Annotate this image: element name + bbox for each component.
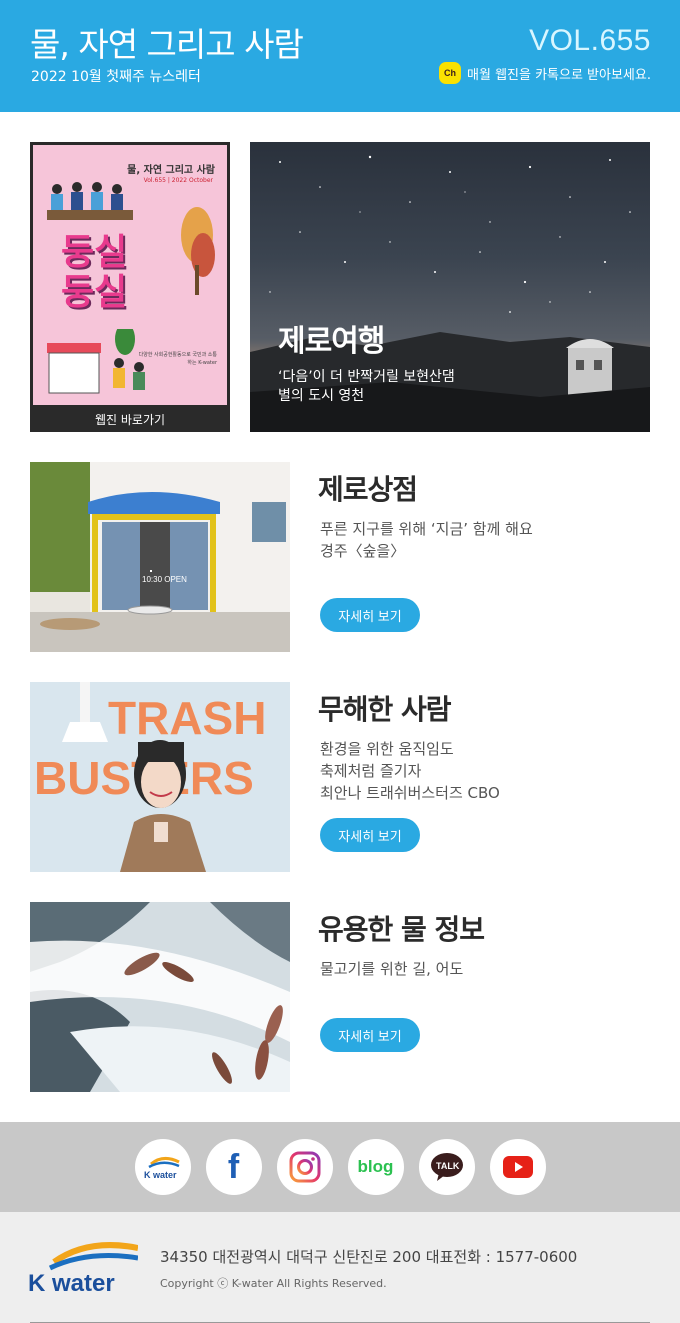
- portrait-photo-image: TRASH BUSTERS: [30, 682, 290, 872]
- hero-description: ‘다음’이 더 반짝거릴 보현산댐 별의 도시 영천: [278, 369, 455, 404]
- cover-headline: 둥실 둥실: [61, 232, 128, 313]
- article-useful-water-info: 유용한 물 정보 물고기를 위한 길, 어도 자세히 보기: [30, 902, 650, 1092]
- hero-banner-zero-travel[interactable]: 제로여행 ‘다음’이 더 반짝거릴 보현산댐 별의 도시 영천: [250, 142, 650, 432]
- footer-address: 34350 대전광역시 대덕구 신탄진로 200 대표전화 : 1577-060…: [160, 1248, 578, 1266]
- cover-volume: Vol.655 | 2022 October: [143, 177, 213, 184]
- article-title: 제로상점: [318, 473, 418, 506]
- webzine-cover-image: 물, 자연 그리고 사람 Vol.655 | 2022 October 둥실 둥…: [33, 145, 227, 405]
- webzine-link-label: 웹진 바로가기: [94, 413, 166, 427]
- kwater-logo: K water: [28, 1242, 138, 1302]
- blog-icon[interactable]: blog: [347, 1139, 404, 1195]
- kwater-icon[interactable]: K water: [134, 1139, 191, 1195]
- footer: K water 34350 대전광역시 대덕구 신탄진로 200 대표전화 : …: [0, 1212, 680, 1323]
- article-zero-store: 10:30 OPEN 제로상점 푸른 지구를 위해 ‘지금’ 함께 해요 경주〈…: [30, 462, 650, 652]
- read-more-button[interactable]: 자세히 보기: [320, 818, 420, 852]
- cover-people-illustration: [47, 182, 133, 220]
- newsletter-issue-date: 2022 10월 첫째주 뉴스레터: [31, 69, 201, 85]
- hero-title: 제로여행: [278, 324, 385, 359]
- read-more-button[interactable]: 자세히 보기: [320, 1018, 420, 1052]
- article-thumbnail-zero-store[interactable]: 10:30 OPEN: [30, 462, 290, 652]
- svg-text:10:30 OPEN: 10:30 OPEN: [142, 575, 187, 584]
- article-description: 물고기를 위한 길, 어도: [320, 960, 464, 978]
- footer-copyright: Copyright ⓒ K-water All Rights Reserved.: [160, 1277, 387, 1290]
- kakao-subscribe-text: 매월 웹진을 카톡으로 받아보세요.: [467, 67, 651, 83]
- article-harmless-person: TRASH BUSTERS 무해한 사람 환경을 위한 움직임도 축제처럼 즐기…: [30, 682, 650, 872]
- cover-tree-illustration: [181, 207, 215, 295]
- svg-text:TRASH: TRASH: [108, 692, 266, 744]
- kakaotalk-icon[interactable]: TALK: [418, 1139, 475, 1195]
- article-description: 환경을 위한 움직임도 축제처럼 즐기자 최안나 트래쉬버스터즈 CBO: [320, 740, 500, 802]
- facebook-icon[interactable]: f: [205, 1139, 262, 1195]
- social-links-bar: K water f blog TALK: [0, 1122, 680, 1212]
- article-title: 유용한 물 정보: [318, 913, 485, 946]
- kakao-channel-icon: Ch: [439, 62, 462, 84]
- header: 물, 자연 그리고 사람 2022 10월 첫째주 뉴스레터 VOL.655 C…: [0, 0, 680, 112]
- volume-number: VOL.655: [529, 24, 651, 57]
- read-more-button[interactable]: 자세히 보기: [320, 598, 420, 632]
- newsletter-title: 물, 자연 그리고 사람: [30, 25, 304, 64]
- kakao-subscribe-link[interactable]: Ch 매월 웹진을 카톡으로 받아보세요.: [439, 62, 651, 84]
- article-thumbnail-harmless-person[interactable]: TRASH BUSTERS: [30, 682, 290, 872]
- cover-title: 물, 자연 그리고 사람: [127, 165, 215, 176]
- youtube-icon[interactable]: [489, 1139, 546, 1195]
- svg-text:TALK: TALK: [436, 1161, 460, 1171]
- cover-caption: 다양한 사회공헌활동으로 국민과 소통하는 K-water: [138, 352, 217, 366]
- webzine-link[interactable]: 물, 자연 그리고 사람 Vol.655 | 2022 October 둥실 둥…: [30, 142, 230, 432]
- shop-photo-image: 10:30 OPEN: [30, 462, 290, 652]
- instagram-icon[interactable]: [276, 1139, 333, 1195]
- article-title: 무해한 사람: [318, 693, 452, 726]
- salmon-waterfall-image: [30, 902, 290, 1092]
- article-thumbnail-water-info[interactable]: [30, 902, 290, 1092]
- svg-text:K water: K water: [144, 1170, 177, 1180]
- article-description: 푸른 지구를 위해 ‘지금’ 함께 해요 경주〈숲을〉: [320, 520, 533, 560]
